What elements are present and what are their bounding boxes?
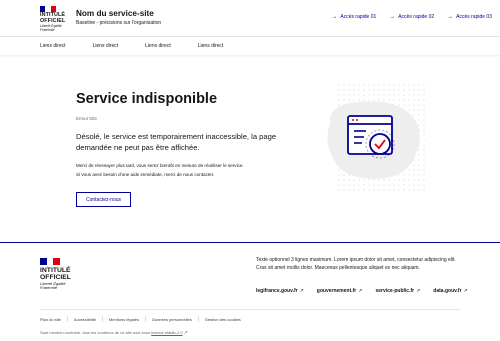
site-tagline: Baseline - précisions sur l'organisation — [76, 20, 162, 26]
government-logo[interactable]: INTITULÉ OFFICIEL Liberté Égalité Frater… — [40, 6, 66, 33]
footer-logo-title: INTITULÉ OFFICIEL — [40, 266, 71, 281]
footer-link-label: legifrance.gouv.fr — [256, 288, 298, 294]
quick-link-3[interactable]: → Accès rapide 03 — [447, 13, 492, 21]
nav-item-4[interactable]: Liens direct — [198, 37, 224, 55]
quick-access-links: → Accès rapide 01 → Accès rapide 02 → Ac… — [331, 13, 492, 21]
footer-link-label: data.gouv.fr — [433, 288, 462, 294]
site-name[interactable]: Nom du service-site — [76, 9, 154, 18]
quick-link-2[interactable]: → Accès rapide 02 — [389, 13, 435, 21]
main-content: Service indisponible Erreur 503 Désolé, … — [0, 56, 500, 242]
nav-item-3[interactable]: Liens direct — [145, 37, 171, 55]
error-code: Erreur 503 — [76, 116, 97, 121]
sitemap-link[interactable]: Plan du site — [40, 317, 61, 322]
footer-link-gouvernement[interactable]: gouvernement.fr ↗ — [317, 288, 363, 294]
footer-logo-motto: Liberté Égalité Fraternité — [40, 280, 66, 290]
quick-link-label: Accès rapide 03 — [456, 14, 492, 20]
description-line-2: Si vous avez besoin d'une aide immédiate… — [76, 171, 215, 177]
footer-link-data[interactable]: data.gouv.fr ↗ — [433, 288, 467, 294]
site-header: INTITULÉ OFFICIEL Liberté Égalité Frater… — [0, 0, 500, 37]
external-link-icon: ↗ — [463, 288, 468, 294]
external-link-icon: ↗ — [299, 288, 304, 294]
footer-government-logo[interactable]: INTITULÉ OFFICIEL Liberté Égalité Frater… — [40, 258, 80, 290]
flag-icon — [40, 258, 61, 265]
arrow-right-icon: → — [447, 13, 454, 20]
quick-link-label: Accès rapide 02 — [398, 14, 435, 20]
quick-link-label: Accès rapide 01 — [340, 14, 377, 20]
footer-link-service-public[interactable]: service-public.fr ↗ — [375, 288, 420, 294]
legal-notice-link[interactable]: Mentions légales — [109, 317, 139, 322]
nav-item-2[interactable]: Liens direct — [93, 37, 119, 55]
logo-motto: Liberté Égalité Fraternité — [40, 24, 62, 32]
footer-bottom-links: Plan du site Accessibilité Mentions léga… — [40, 316, 241, 322]
license-link[interactable]: licence etalab-2.0 — [151, 330, 182, 335]
error-lead-text: Désolé, le service est temporairement in… — [76, 132, 277, 152]
external-link-icon: ↗ — [416, 288, 421, 294]
external-link-icon: ↗ — [183, 330, 188, 336]
server-error-illustration — [327, 84, 428, 194]
accessibility-link[interactable]: Accessibilité — [74, 317, 96, 322]
separator — [101, 316, 103, 322]
description-line-1: Merci de réessayer plus tard, vous serez… — [76, 163, 244, 168]
footer-link-label: gouvernement.fr — [316, 288, 357, 294]
quick-link-1[interactable]: → Accès rapide 01 — [331, 13, 377, 21]
page-title: Service indisponible — [76, 91, 218, 107]
footer-link-legifrance[interactable]: legifrance.gouv.fr ↗ — [256, 288, 304, 294]
footer-divider — [40, 309, 460, 310]
contact-button[interactable]: Contactez-nous — [76, 192, 131, 207]
main-navigation: Liens direct Liens direct Liens direct L… — [0, 37, 500, 55]
arrow-right-icon: → — [331, 13, 338, 20]
nav-item-1[interactable]: Liens direct — [40, 37, 66, 55]
license-text: Sauf mention contraire, tous les contenu… — [40, 330, 151, 335]
error-description: Merci de réessayer plus tard, vous serez… — [76, 162, 306, 179]
separator — [144, 316, 146, 322]
footer-description: Texte optionnel 3 lignes maximum. Lorem … — [256, 257, 456, 272]
separator — [66, 316, 68, 322]
logo-title: INTITULÉ OFFICIEL — [40, 12, 66, 24]
footer-external-links: legifrance.gouv.fr ↗ gouvernement.fr ↗ s… — [256, 288, 468, 294]
personal-data-link[interactable]: Données personnelles — [152, 317, 192, 322]
license-notice: Sauf mention contraire, tous les contenu… — [40, 330, 188, 336]
footer-link-label: service-public.fr — [375, 288, 415, 294]
site-footer: INTITULÉ OFFICIEL Liberté Égalité Frater… — [0, 242, 500, 341]
separator — [197, 316, 199, 322]
cookies-link[interactable]: Gestion des cookies — [205, 317, 241, 322]
external-link-icon: ↗ — [358, 288, 363, 294]
arrow-right-icon: → — [389, 13, 396, 20]
